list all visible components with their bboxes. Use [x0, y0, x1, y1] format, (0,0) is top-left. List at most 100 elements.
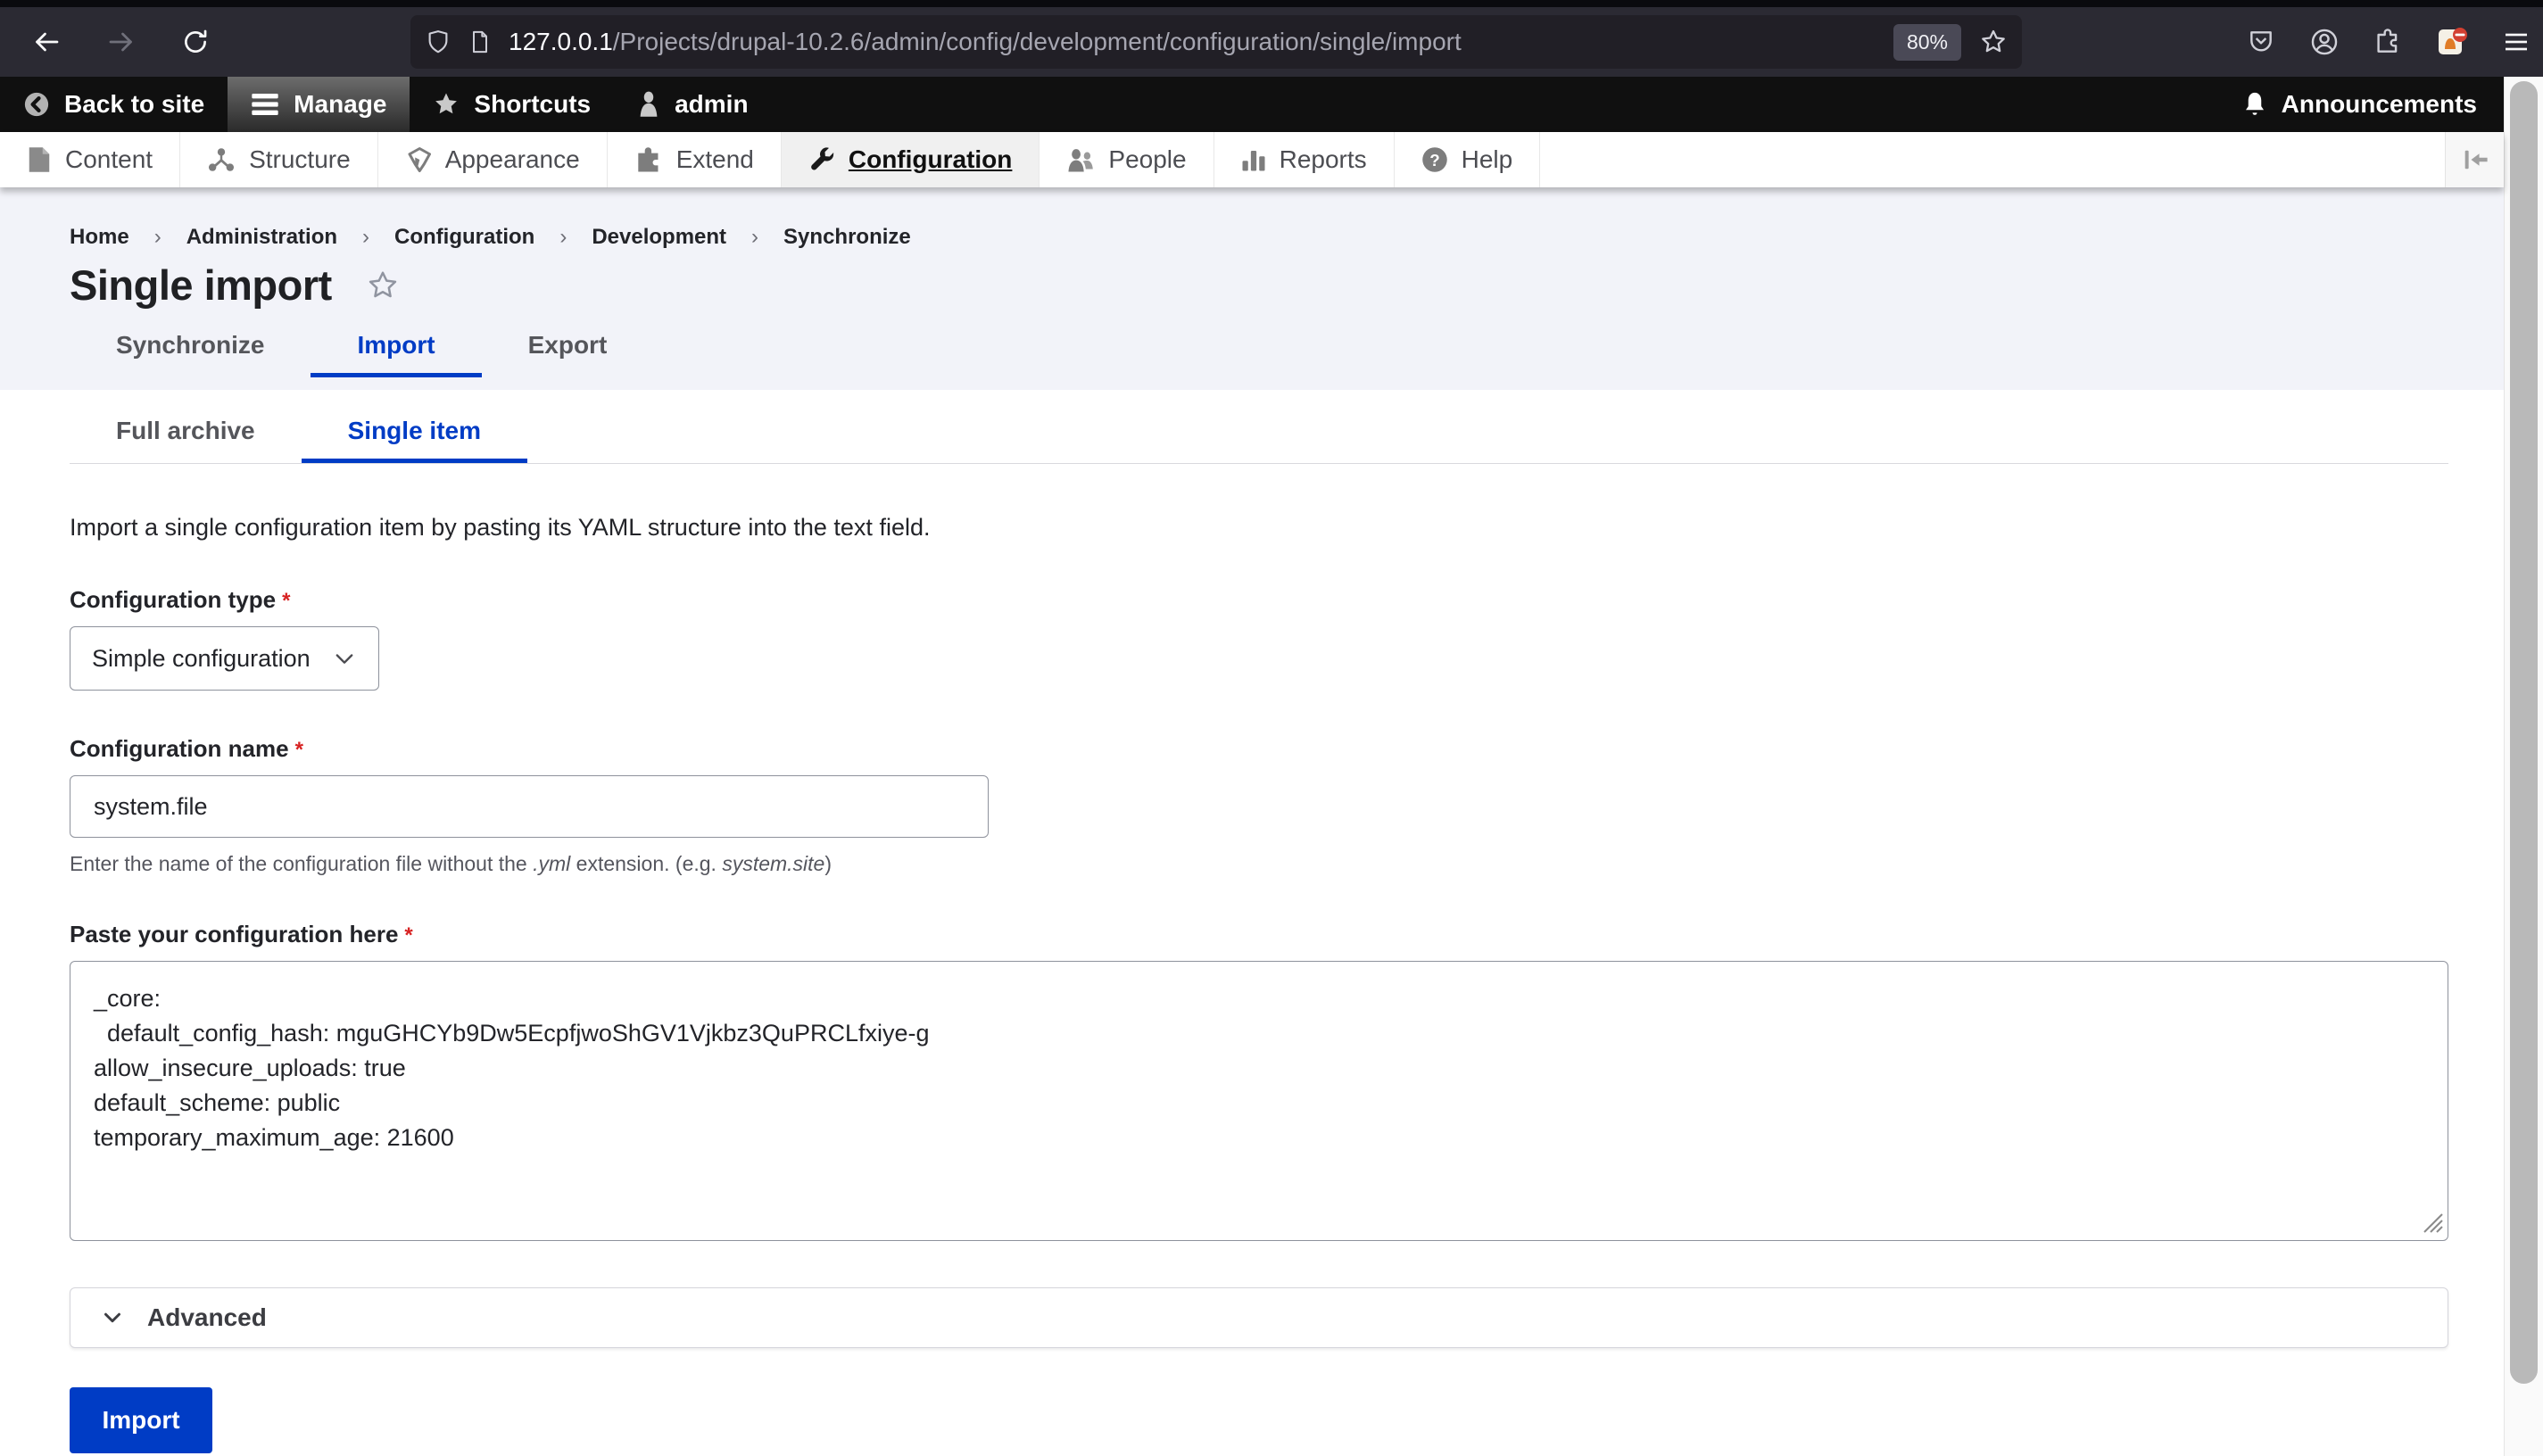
- collapse-left-icon: [2460, 148, 2490, 171]
- extend-icon: [634, 146, 663, 173]
- tab-import[interactable]: Import: [311, 331, 481, 377]
- toolbar-orientation-toggle[interactable]: [2445, 132, 2504, 187]
- menu-item-label: Help: [1462, 145, 1513, 174]
- breadcrumb-link-administration[interactable]: Administration: [186, 225, 337, 250]
- page-info-icon[interactable]: [468, 29, 493, 54]
- breadcrumb: Home › Administration › Configuration › …: [70, 225, 2504, 250]
- extensions-icon[interactable]: [2373, 28, 2402, 56]
- configuration-type-label: Configuration type*: [70, 586, 2448, 614]
- reports-icon: [1241, 146, 1266, 173]
- chevron-down-icon: [99, 1304, 126, 1331]
- breadcrumb-link-synchronize[interactable]: Synchronize: [783, 225, 911, 250]
- required-marker: *: [404, 923, 412, 947]
- breadcrumb-separator: ›: [362, 225, 369, 250]
- url-host: 127.0.0.1: [509, 28, 613, 55]
- forward-icon[interactable]: [105, 26, 137, 58]
- account-icon[interactable]: [2309, 27, 2340, 57]
- menu-item-extend[interactable]: Extend: [608, 132, 782, 187]
- breadcrumb-separator: ›: [559, 225, 567, 250]
- shortcuts-tab[interactable]: Shortcuts: [410, 77, 614, 132]
- pocket-icon[interactable]: [2247, 28, 2275, 56]
- tab-synchronize[interactable]: Synchronize: [70, 331, 311, 377]
- scrollbar-track[interactable]: [2504, 77, 2543, 1456]
- menu-item-label: Configuration: [849, 145, 1013, 174]
- browser-toolbar: 127.0.0.1/Projects/drupal-10.2.6/admin/c…: [0, 7, 2543, 77]
- page-title: Single import: [70, 261, 332, 310]
- page-header: Home › Administration › Configuration › …: [0, 187, 2504, 390]
- tab-single-item[interactable]: Single item: [302, 417, 527, 463]
- scrollbar-thumb[interactable]: [2510, 81, 2538, 1384]
- required-marker: *: [295, 738, 303, 762]
- hamburger-icon: [251, 92, 279, 117]
- intro-text: Import a single configuration item by pa…: [70, 514, 2448, 542]
- chevron-down-icon: [332, 646, 357, 671]
- back-to-site-icon: [23, 91, 50, 118]
- content-icon: [27, 146, 52, 173]
- breadcrumb-link-configuration[interactable]: Configuration: [394, 225, 534, 250]
- star-icon: [433, 91, 460, 118]
- configuration-name-label: Configuration name*: [70, 735, 2448, 763]
- back-icon[interactable]: [30, 26, 62, 58]
- reload-icon[interactable]: [180, 27, 211, 57]
- appearance-icon: [405, 146, 432, 173]
- main-content: Full archive Single item Import a single…: [0, 390, 2504, 1453]
- configuration-type-value: Simple configuration: [92, 645, 311, 673]
- svg-text:?: ?: [1429, 151, 1439, 170]
- browser-tab-strip: [0, 0, 2543, 7]
- drupal-admin-toolbar: Back to site Manage Shortcuts admin Anno…: [0, 77, 2504, 132]
- required-marker: *: [282, 589, 290, 613]
- paste-configuration-label: Paste your configuration here*: [70, 921, 2448, 948]
- menu-item-people[interactable]: People: [1040, 132, 1214, 187]
- back-to-site-label: Back to site: [64, 90, 204, 119]
- manage-label: Manage: [294, 90, 386, 119]
- menu-icon[interactable]: [2502, 28, 2531, 56]
- adblock-extension-icon[interactable]: [2436, 26, 2468, 58]
- resize-handle[interactable]: [2421, 1211, 2444, 1234]
- menu-item-label: Reports: [1280, 145, 1367, 174]
- advanced-details[interactable]: Advanced: [70, 1287, 2448, 1348]
- menu-item-help[interactable]: ? Help: [1395, 132, 1541, 187]
- bookmark-star-icon[interactable]: [1979, 28, 2008, 56]
- configuration-type-select[interactable]: Simple configuration: [70, 626, 379, 691]
- bell-icon: [2242, 91, 2267, 118]
- secondary-tabs: Full archive Single item: [70, 390, 2448, 464]
- menu-item-structure[interactable]: Structure: [180, 132, 378, 187]
- menu-item-label: People: [1108, 145, 1186, 174]
- menu-item-appearance[interactable]: Appearance: [378, 132, 608, 187]
- url-path: /Projects/drupal-10.2.6/admin/config/dev…: [613, 28, 1462, 55]
- menu-item-label: Structure: [249, 145, 351, 174]
- manage-tab[interactable]: Manage: [228, 77, 410, 132]
- url-text: 127.0.0.1/Projects/drupal-10.2.6/admin/c…: [509, 28, 1462, 56]
- url-bar[interactable]: 127.0.0.1/Projects/drupal-10.2.6/admin/c…: [410, 15, 2022, 69]
- shield-icon[interactable]: [425, 29, 451, 55]
- help-icon: ?: [1421, 146, 1448, 173]
- drupal-admin-menu: Content Structure Appearance Extend Conf…: [0, 132, 2504, 187]
- zoom-level-badge[interactable]: 80%: [1893, 24, 1961, 61]
- admin-user-label: admin: [675, 90, 748, 119]
- menu-item-label: Content: [65, 145, 153, 174]
- configuration-icon: [808, 146, 835, 173]
- user-icon: [637, 91, 660, 118]
- menu-item-label: Extend: [676, 145, 754, 174]
- announcements-label: Announcements: [2282, 90, 2477, 119]
- favorite-star-icon[interactable]: [366, 269, 400, 302]
- shortcuts-label: Shortcuts: [474, 90, 591, 119]
- advanced-label: Advanced: [147, 1303, 267, 1332]
- configuration-name-input[interactable]: [70, 775, 989, 838]
- yaml-textarea[interactable]: _core: default_config_hash: mguGHCYb9Dw5…: [70, 961, 2448, 1241]
- announcements-link[interactable]: Announcements: [2242, 90, 2504, 119]
- breadcrumb-link-home[interactable]: Home: [70, 225, 129, 250]
- menu-item-reports[interactable]: Reports: [1214, 132, 1395, 187]
- tab-full-archive[interactable]: Full archive: [70, 417, 302, 463]
- configuration-name-help: Enter the name of the configuration file…: [70, 852, 2448, 876]
- admin-user-tab[interactable]: admin: [614, 77, 771, 132]
- breadcrumb-separator: ›: [751, 225, 758, 250]
- breadcrumb-separator: ›: [154, 225, 162, 250]
- menu-item-content[interactable]: Content: [0, 132, 180, 187]
- menu-item-configuration[interactable]: Configuration: [782, 132, 1040, 187]
- tab-export[interactable]: Export: [482, 331, 654, 377]
- import-button[interactable]: Import: [70, 1387, 212, 1453]
- menu-item-label: Appearance: [445, 145, 580, 174]
- back-to-site-link[interactable]: Back to site: [0, 77, 228, 132]
- breadcrumb-link-development[interactable]: Development: [592, 225, 726, 250]
